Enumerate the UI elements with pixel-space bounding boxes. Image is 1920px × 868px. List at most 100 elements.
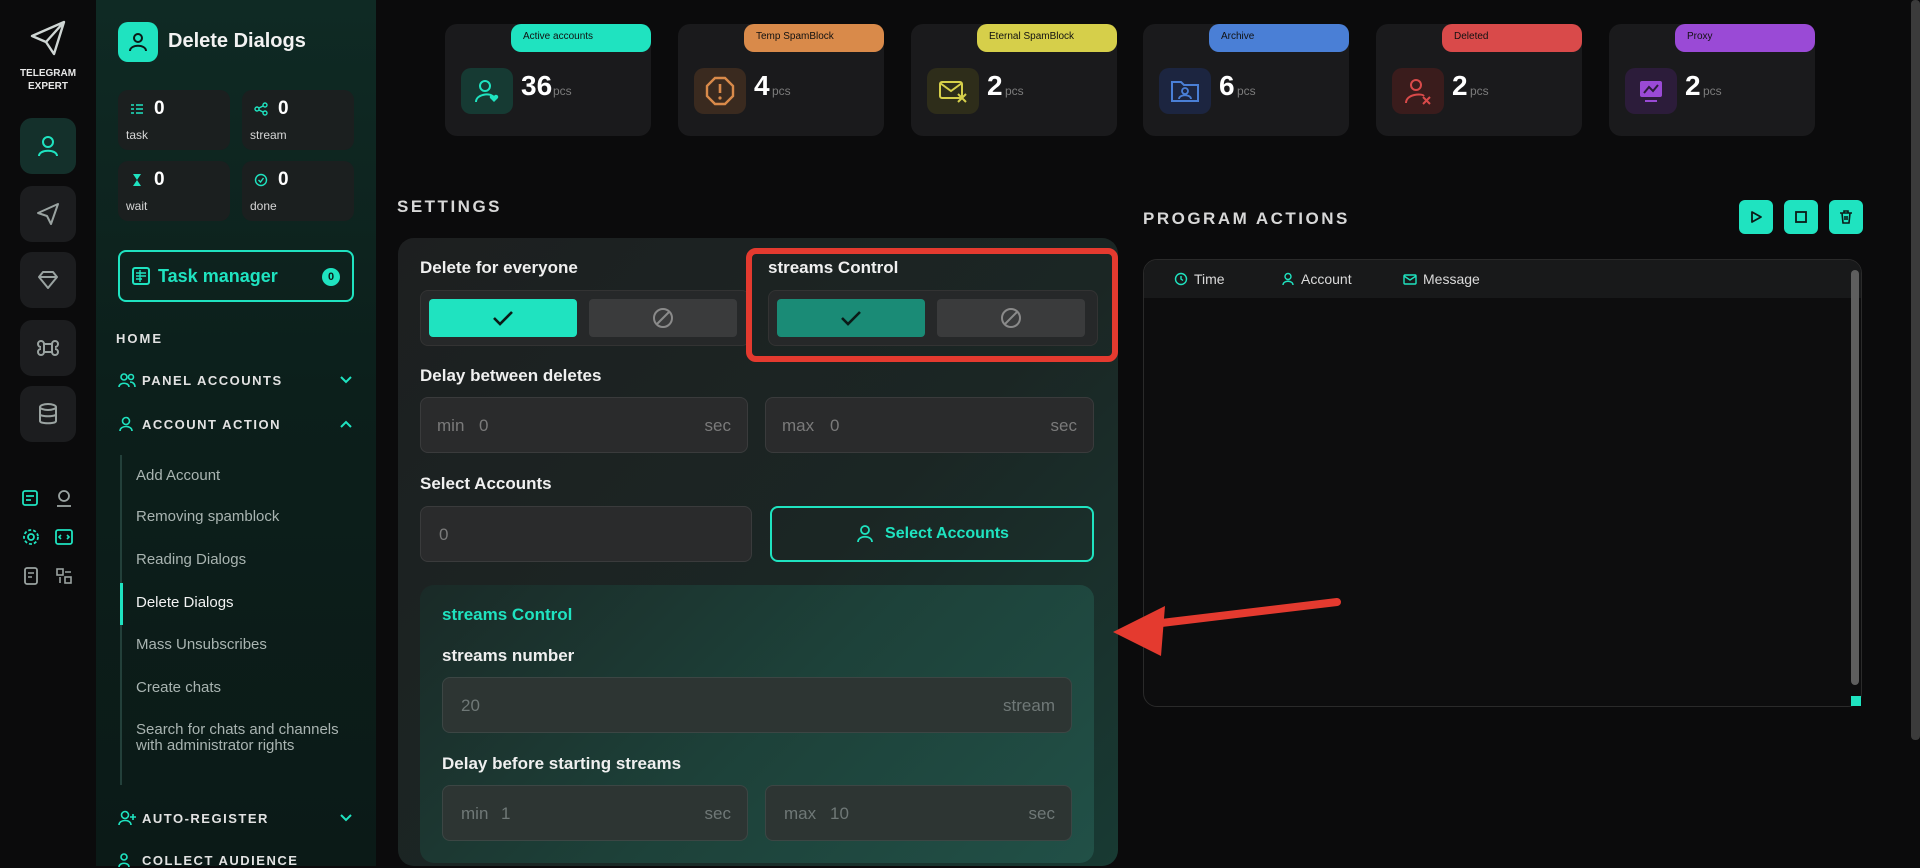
rail-list-button[interactable] [20,487,42,509]
rail-database-button[interactable] [20,386,76,442]
user-heart-icon [475,80,499,103]
card-tag: Temp SpamBlock [744,24,884,52]
rail-send-button[interactable] [20,186,76,242]
rail-command-button[interactable] [20,320,76,376]
user-icon [857,525,873,543]
task-manager-button[interactable]: Task manager 0 [118,250,354,302]
rail-docs-button[interactable] [20,565,42,587]
nav-group-auto-register[interactable]: AUTO-REGISTER [118,810,354,826]
command-icon [37,340,59,356]
nav-home[interactable]: HOME [116,331,163,346]
stop-button[interactable] [1784,200,1818,234]
nav-item-create-chats[interactable]: Create chats [136,680,346,696]
annotation-arrow-icon [1113,598,1341,656]
nav-item-search-admin-chats[interactable]: Search for chats and channels with admin… [136,722,346,754]
card-archive[interactable]: Archive 6 pcs [1143,24,1349,136]
log-scrollbar[interactable] [1851,270,1859,685]
stream-delay-min-input[interactable]: min 1 sec [442,785,748,841]
delete-for-everyone-toggle [420,290,750,346]
nav-item-add-account[interactable]: Add Account [136,468,346,484]
rail-accounts-button[interactable] [20,118,76,174]
log-header: Time Account Message [1144,260,1861,298]
warning-octagon-icon [705,76,735,106]
streams-number-input[interactable]: 20 stream [442,677,1072,733]
settings-heading: SETTINGS [397,197,503,216]
task-manager-count: 0 [322,268,340,286]
share-icon [254,102,268,116]
card-tag: Deleted [1442,24,1582,52]
delete-for-everyone-label: Delete for everyone [420,258,578,277]
card-deleted[interactable]: Deleted 2 pcs [1376,24,1582,136]
card-icon-box [461,68,513,114]
rail-grid-button[interactable] [53,565,75,587]
stream-delay-max-input[interactable]: max 10 sec [765,785,1072,841]
rail-settings-button[interactable] [20,526,42,548]
card-temp-spamblock[interactable]: Temp SpamBlock 4 pcs [678,24,884,136]
rail-profile-button[interactable] [53,487,75,509]
card-tag: Active accounts [511,24,651,52]
code-icon [55,529,73,545]
streams-number-placeholder: 20 [461,696,480,715]
delay-min-input[interactable]: min 0 sec [420,397,748,453]
select-accounts-label: Select Accounts [420,474,552,493]
brand-line2: EXPERT [27,81,68,92]
card-tag: Proxy [1675,24,1815,52]
folder-user-icon [1171,81,1199,102]
nav-group-panel-accounts-label: PANEL ACCOUNTS [142,372,283,388]
brand-line1: TELEGRAM [19,68,77,79]
proxy-icon [1640,81,1662,102]
program-actions-heading: PROGRAM ACTIONS [1143,209,1350,228]
nav-group-account-action[interactable]: ACCOUNT ACTION [118,416,354,432]
stat-done: 0 done [242,161,354,221]
clear-log-button[interactable] [1829,200,1863,234]
streams-number-unit: stream [1003,696,1055,715]
user-remove-icon [1405,79,1431,105]
delete-for-everyone-off[interactable] [589,299,737,337]
nav-item-mass-unsubscribes[interactable]: Mass Unsubscribes [136,637,346,653]
resize-handle[interactable] [1851,696,1861,706]
card-eternal-spamblock[interactable]: Eternal SpamBlock 2 pcs [911,24,1117,136]
nav-item-delete-dialogs[interactable]: Delete Dialogs [136,595,346,611]
clock-icon [1174,272,1188,286]
card-active-accounts[interactable]: Active accounts 36 pcs [445,24,651,136]
user-icon [38,136,58,157]
rail-code-button[interactable] [53,526,75,548]
card-icon-box [1625,68,1677,114]
card-value: 36 [521,70,553,101]
mail-icon [1403,274,1417,285]
start-button[interactable] [1739,200,1773,234]
rail-premium-button[interactable] [20,252,76,308]
page-scrollbar[interactable] [1911,0,1920,740]
stream-delay-max-value: 10 [830,804,849,823]
log-col-account[interactable]: Account [1281,271,1352,287]
brand-logo: TELEGRAM EXPERT [0,18,96,93]
card-proxy[interactable]: Proxy 2 pcs [1609,24,1815,136]
page-title: Delete Dialogs [168,30,306,52]
nav-active-indicator [120,583,123,625]
select-accounts-button[interactable]: Select Accounts [770,506,1094,562]
streams-number-label: streams number [442,646,575,665]
card-tag: Archive [1209,24,1349,52]
delay-max-input[interactable]: max 0 sec [765,397,1094,453]
delete-for-everyone-on[interactable] [429,299,577,337]
hourglass-icon [133,174,141,186]
gear-icon [23,529,39,545]
delay-min-prefix: min [437,416,465,435]
stat-task: 0 task [118,90,230,150]
nav-item-removing-spamblock[interactable]: Removing spamblock [136,509,346,525]
log-col-message[interactable]: Message [1403,271,1480,287]
sidebar: Delete Dialogs 0 task 0 stream 0 wait 0 … [96,0,376,868]
chevron-up-icon [340,420,352,428]
stat-task-label: task [126,128,149,142]
log-col-time[interactable]: Time [1174,271,1225,287]
log-col-account-label: Account [1301,271,1352,287]
nav-item-reading-dialogs[interactable]: Reading Dialogs [136,552,346,568]
document-icon [24,567,38,585]
task-manager-label: Task manager [158,265,278,286]
stat-wait: 0 wait [118,161,230,221]
database-icon [39,403,57,425]
nav-group-panel-accounts[interactable]: PANEL ACCOUNTS [118,372,354,388]
card-value: 2 [1685,70,1701,101]
delay-min-value: 0 [479,416,489,435]
paper-plane-icon [30,20,66,56]
